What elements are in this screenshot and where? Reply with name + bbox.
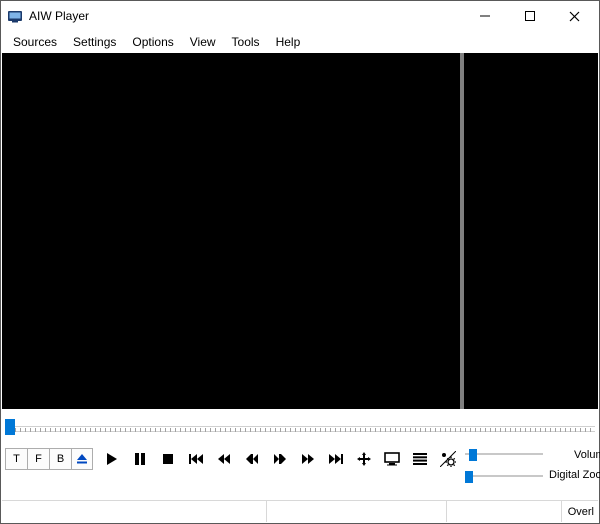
list-icon[interactable] — [411, 450, 429, 468]
seek-slider[interactable] — [5, 414, 595, 438]
skip-forward-button[interactable] — [327, 450, 345, 468]
panel-divider[interactable] — [460, 53, 464, 409]
maximize-button[interactable] — [507, 2, 552, 31]
step-back-button[interactable] — [243, 450, 261, 468]
menu-sources[interactable]: Sources — [5, 32, 65, 52]
seek-thumb[interactable] — [5, 419, 15, 435]
menu-view[interactable]: View — [182, 32, 224, 52]
menubar: Sources Settings Options View Tools Help — [1, 31, 599, 53]
menu-tools[interactable]: Tools — [224, 32, 268, 52]
control-bar: T F B — [1, 440, 599, 500]
titlebar: AIW Player — [1, 1, 599, 31]
menu-options[interactable]: Options — [124, 32, 181, 52]
b-button[interactable]: B — [49, 448, 71, 470]
skip-back-button[interactable] — [187, 450, 205, 468]
eject-button[interactable] — [71, 448, 93, 470]
video-viewport — [2, 53, 598, 409]
pause-button[interactable] — [131, 450, 149, 468]
status-text: Overl — [568, 506, 598, 518]
rewind-button[interactable] — [215, 450, 233, 468]
fast-forward-button[interactable] — [299, 450, 317, 468]
close-button[interactable] — [552, 2, 597, 31]
zoom-slider[interactable] — [465, 470, 543, 482]
minimize-button[interactable] — [462, 2, 507, 31]
digital-zoom-label: Digital Zoom — [549, 469, 600, 481]
volume-label: Volume — [574, 449, 600, 461]
menu-settings[interactable]: Settings — [65, 32, 124, 52]
step-forward-button[interactable] — [271, 450, 289, 468]
zoom-thumb[interactable] — [465, 471, 473, 483]
statusbar: Overl — [2, 500, 598, 522]
stop-button[interactable] — [159, 450, 177, 468]
volume-slider[interactable] — [465, 448, 543, 460]
volume-thumb[interactable] — [469, 449, 477, 461]
play-button[interactable] — [103, 450, 121, 468]
display-icon[interactable] — [383, 450, 401, 468]
menu-help[interactable]: Help — [268, 32, 309, 52]
window-title: AIW Player — [29, 9, 462, 23]
move-icon[interactable] — [355, 450, 373, 468]
t-button[interactable]: T — [5, 448, 27, 470]
app-icon — [7, 8, 23, 24]
f-button[interactable]: F — [27, 448, 49, 470]
brightness-icon[interactable] — [439, 450, 457, 468]
